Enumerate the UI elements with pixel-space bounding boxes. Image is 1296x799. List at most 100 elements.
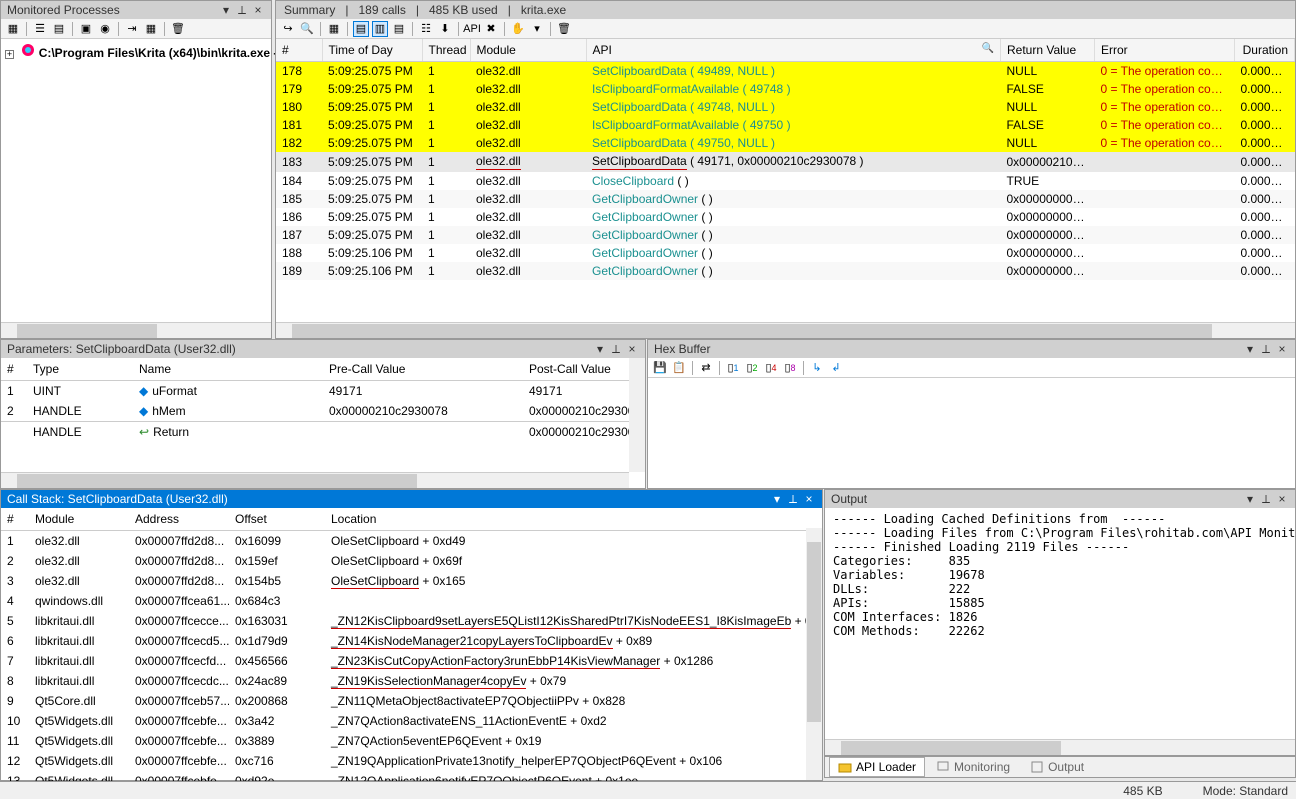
copy-icon[interactable]: 📋 <box>671 360 687 376</box>
table-row[interactable]: 4qwindows.dll0x00007ffcea61...0x684c3 <box>1 591 822 611</box>
calls-table[interactable]: # Time of Day Thread Module API🔍 Return … <box>276 39 1295 280</box>
byte-2-icon[interactable]: ▯2 <box>744 360 760 376</box>
close-icon[interactable]: × <box>802 492 816 507</box>
toolbar-icon[interactable]: ▦ <box>5 21 21 37</box>
col-module[interactable]: Module <box>29 508 129 531</box>
close-icon[interactable]: × <box>625 342 639 357</box>
table-row[interactable]: 1825:09:25.075 PM1ole32.dllSetClipboardD… <box>276 134 1295 152</box>
table-row[interactable]: 8libkritaui.dll0x00007ffcecdc...0x24ac89… <box>1 671 822 691</box>
col-post[interactable]: Post-Call Value <box>523 358 645 381</box>
scroll-thumb[interactable] <box>17 324 157 338</box>
col-return[interactable]: Return Value <box>1001 39 1095 62</box>
dropdown-icon[interactable]: ▾ <box>593 342 607 357</box>
process-path[interactable]: C:\Program Files\Krita (x64)\bin\krita.e… <box>39 46 278 60</box>
filter-icon[interactable]: ▤ <box>391 21 407 37</box>
table-row[interactable]: 1ole32.dll0x00007ffd2d8...0x16099OleSetC… <box>1 531 822 552</box>
toolbar-icon[interactable]: ▤ <box>51 21 67 37</box>
table-row[interactable]: 1855:09:25.075 PM1ole32.dllGetClipboardO… <box>276 190 1295 208</box>
close-icon[interactable]: × <box>1275 492 1289 507</box>
chevron-down-icon[interactable]: ▾ <box>529 21 545 37</box>
table-row[interactable]: 1865:09:25.075 PM1ole32.dllGetClipboardO… <box>276 208 1295 226</box>
toolbar-target-icon[interactable]: ◉ <box>97 21 113 37</box>
byte-8-icon[interactable]: ▯8 <box>782 360 798 376</box>
scroll-thumb[interactable] <box>292 324 1212 338</box>
scrollbar-horizontal[interactable] <box>1 472 629 488</box>
table-row[interactable]: 11Qt5Widgets.dll0x00007ffcebfe...0x3889_… <box>1 731 822 751</box>
toolbar-icon[interactable]: ▣ <box>78 21 94 37</box>
columns-icon[interactable]: ☷ <box>418 21 434 37</box>
table-row[interactable]: 5libkritaui.dll0x00007ffcecce...0x163031… <box>1 611 822 631</box>
dropdown-icon[interactable]: ▾ <box>1243 342 1257 357</box>
scrollbar-vertical[interactable] <box>806 528 822 780</box>
tab-monitoring[interactable]: Monitoring <box>927 757 1019 777</box>
col-duration[interactable]: Duration <box>1235 39 1295 62</box>
scrollbar-vertical[interactable] <box>629 358 645 472</box>
hand-icon[interactable]: ✋ <box>510 21 526 37</box>
expand-icon[interactable]: + <box>5 50 14 59</box>
pin-icon[interactable]: ⟂ <box>1259 492 1273 507</box>
table-row[interactable]: 1835:09:25.075 PM1ole32.dllSetClipboardD… <box>276 152 1295 172</box>
compare-icon[interactable]: ⇄ <box>698 360 714 376</box>
col-type[interactable]: Type <box>27 358 133 381</box>
byte-4-icon[interactable]: ▯4 <box>763 360 779 376</box>
find-icon[interactable]: 🔍 <box>299 21 315 37</box>
export-icon[interactable]: ⬇ <box>437 21 453 37</box>
pin-icon[interactable]: ⟂ <box>1259 342 1273 357</box>
stack-table[interactable]: # Module Address Offset Location 1ole32.… <box>1 508 822 791</box>
col-num[interactable]: # <box>1 508 29 531</box>
col-module[interactable]: Module <box>470 39 586 62</box>
scrollbar-horizontal[interactable] <box>1 322 271 338</box>
filter-icon[interactable]: ▤ <box>353 21 369 37</box>
col-name[interactable]: Name <box>133 358 323 381</box>
dropdown-icon[interactable]: ▾ <box>770 492 784 507</box>
pin-icon[interactable]: ⟂ <box>235 3 249 18</box>
toolbar-icon[interactable]: ☰ <box>32 21 48 37</box>
table-row[interactable]: 1795:09:25.075 PM1ole32.dllIsClipboardFo… <box>276 80 1295 98</box>
pin-icon[interactable]: ⟂ <box>786 492 800 507</box>
close-icon[interactable]: × <box>1275 342 1289 357</box>
scrollbar-horizontal[interactable] <box>276 322 1295 338</box>
process-tree[interactable]: + C:\Program Files\Krita (x64)\bin\krita… <box>1 39 271 64</box>
endian-icon[interactable]: ↳ <box>809 360 825 376</box>
table-row[interactable]: 3ole32.dll0x00007ffd2d8...0x154b5OleSetC… <box>1 571 822 591</box>
table-row[interactable]: 7libkritaui.dll0x00007ffcecfd...0x456566… <box>1 651 822 671</box>
scroll-thumb[interactable] <box>841 741 1061 755</box>
trash-icon[interactable]: 🗑 <box>170 21 186 37</box>
table-row[interactable]: 1785:09:25.075 PM1ole32.dllSetClipboardD… <box>276 62 1295 81</box>
tab-api-loader[interactable]: API Loader <box>829 757 925 777</box>
col-error[interactable]: Error <box>1095 39 1235 62</box>
scrollbar-horizontal[interactable] <box>825 739 1295 755</box>
search-icon[interactable]: 🔍 <box>982 43 994 54</box>
table-row[interactable]: 1UINT◆uFormat4917149171 <box>1 381 645 402</box>
delete-icon[interactable]: ✖ <box>483 21 499 37</box>
endian-icon[interactable]: ↲ <box>828 360 844 376</box>
table-row[interactable]: HANDLE↩Return0x00000210c293007 <box>1 422 645 443</box>
col-num[interactable]: # <box>276 39 322 62</box>
table-row[interactable]: 1805:09:25.075 PM1ole32.dllSetClipboardD… <box>276 98 1295 116</box>
save-icon[interactable]: 💾 <box>652 360 668 376</box>
view-grid-icon[interactable]: ▦ <box>326 21 342 37</box>
table-row[interactable]: 6libkritaui.dll0x00007ffcecd5...0x1d79d9… <box>1 631 822 651</box>
table-row[interactable]: 1845:09:25.075 PM1ole32.dllCloseClipboar… <box>276 172 1295 190</box>
trash-icon[interactable]: 🗑 <box>556 21 572 37</box>
params-table[interactable]: # Type Name Pre-Call Value Post-Call Val… <box>1 358 645 442</box>
table-row[interactable]: 10Qt5Widgets.dll0x00007ffcebfe...0x3a42_… <box>1 711 822 731</box>
dropdown-icon[interactable]: ▾ <box>1243 492 1257 507</box>
col-thread[interactable]: Thread <box>422 39 470 62</box>
table-row[interactable]: 2HANDLE◆hMem0x00000210c29300780x00000210… <box>1 401 645 422</box>
col-address[interactable]: Address <box>129 508 229 531</box>
col-location[interactable]: Location <box>325 508 822 531</box>
table-row[interactable]: 2ole32.dll0x00007ffd2d8...0x159efOleSetC… <box>1 551 822 571</box>
pin-icon[interactable]: ⟂ <box>609 342 623 357</box>
col-offset[interactable]: Offset <box>229 508 325 531</box>
table-row[interactable]: 1895:09:25.106 PM1ole32.dllGetClipboardO… <box>276 262 1295 280</box>
col-time[interactable]: Time of Day <box>322 39 422 62</box>
nav-icon[interactable]: ↪ <box>280 21 296 37</box>
col-pre[interactable]: Pre-Call Value <box>323 358 523 381</box>
table-row[interactable]: 12Qt5Widgets.dll0x00007ffcebfe...0xc716_… <box>1 751 822 771</box>
scroll-thumb[interactable] <box>807 542 821 722</box>
toolbar-icon[interactable]: ⇥ <box>124 21 140 37</box>
filter-icon[interactable]: ▥ <box>372 21 388 37</box>
table-row[interactable]: 9Qt5Core.dll0x00007ffceb57...0x200868_ZN… <box>1 691 822 711</box>
dropdown-icon[interactable]: ▾ <box>219 3 233 18</box>
